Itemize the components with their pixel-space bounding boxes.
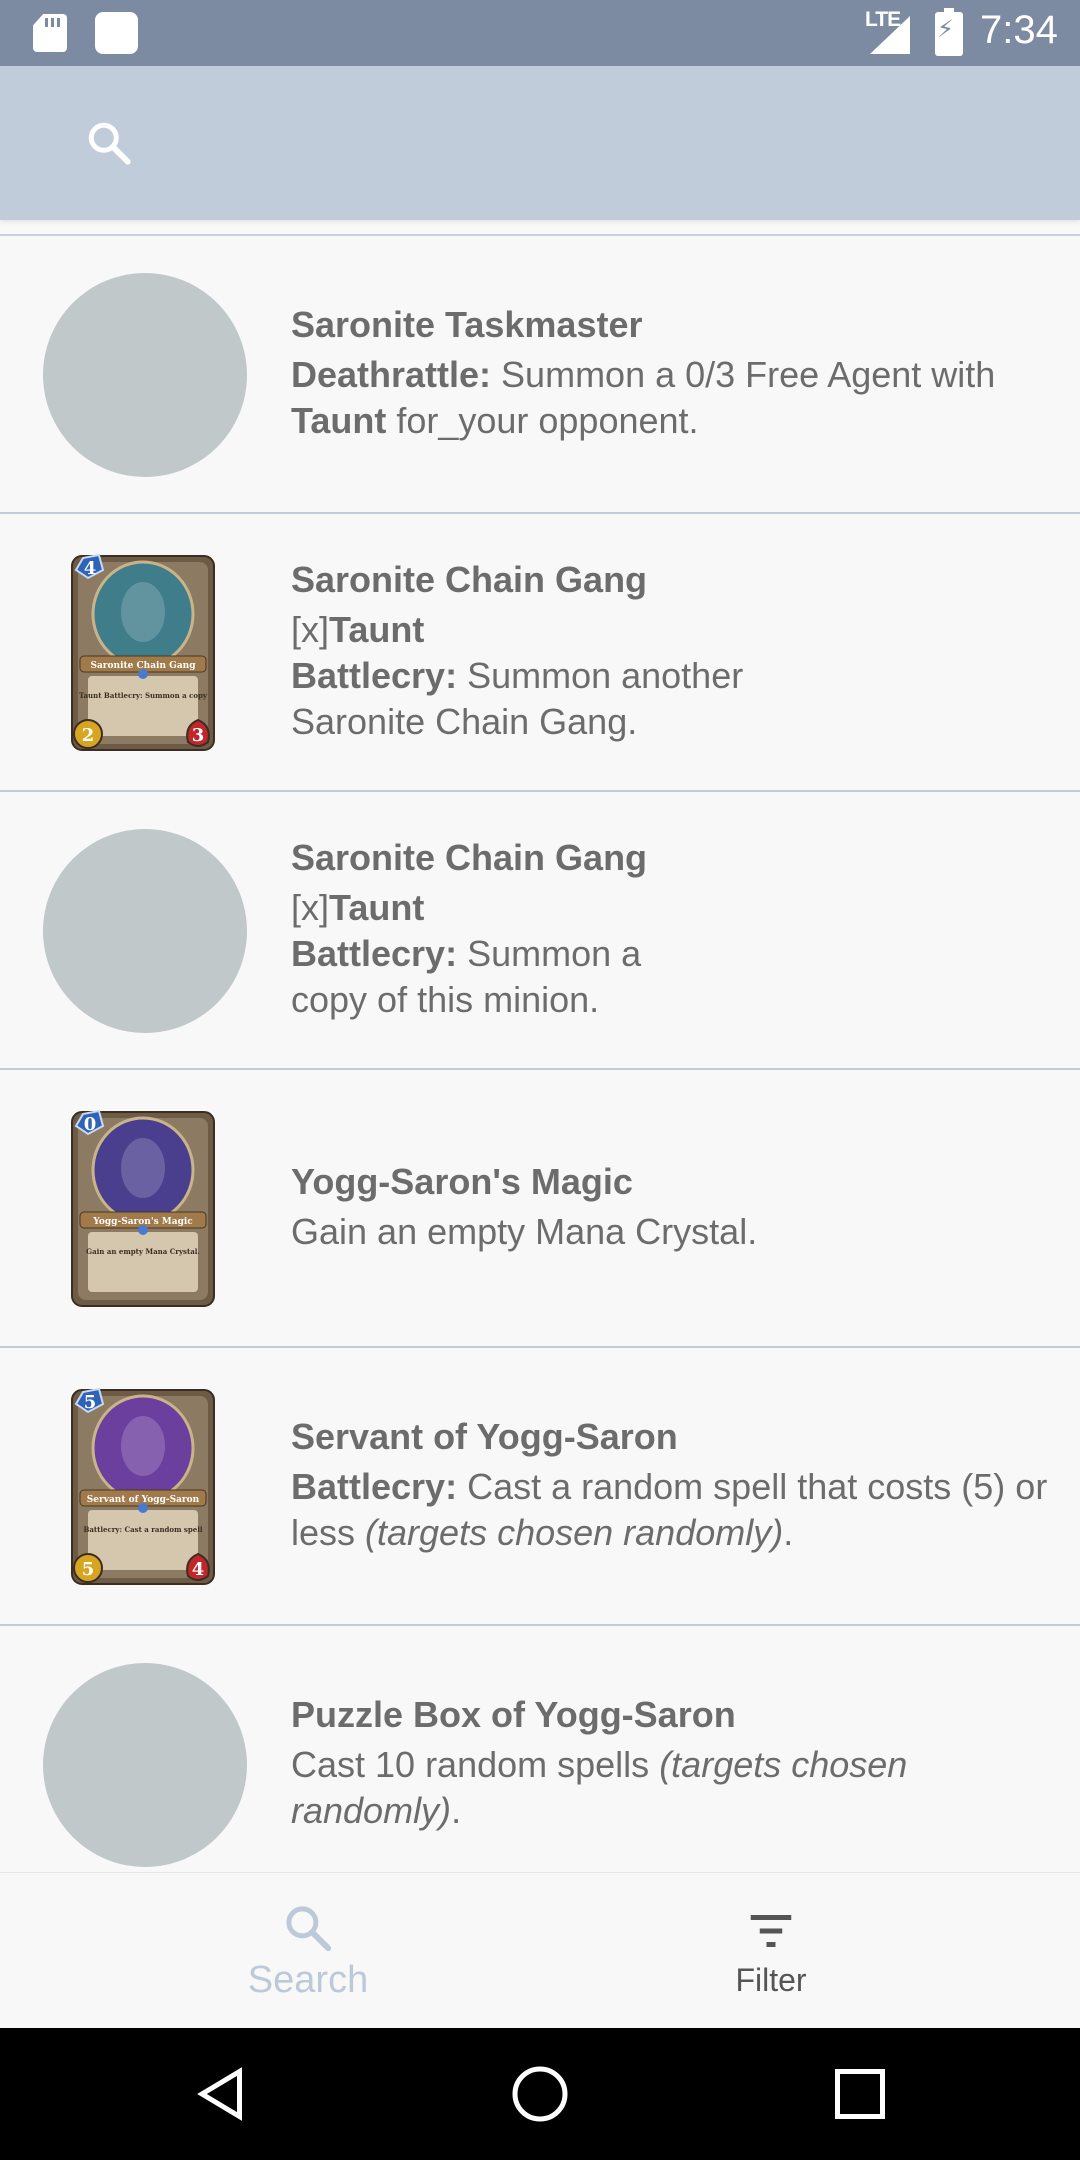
card-health: 3: [192, 725, 205, 746]
card-thumbnail-image: 4 Saronite Chain Gang Taunt Battlecry: Sum…: [71, 553, 215, 751]
card-image-placeholder: [43, 829, 247, 1033]
card-rules-text: Gain an empty Mana Crystal.: [86, 1247, 200, 1256]
app-bar: [0, 66, 1080, 220]
card-cost: 4: [84, 558, 97, 579]
card-list-item[interactable]: 0 Yogg-Saron's Magic Gain an empty Mana Cr…: [0, 1070, 1080, 1348]
card-cost: 5: [84, 1392, 97, 1413]
system-navigation-bar: [0, 2028, 1080, 2160]
card-attack: 5: [82, 1559, 95, 1580]
card-list-item[interactable]: 5 Servant of Yogg-Saron Battlecry: Cast a …: [0, 1348, 1080, 1626]
card-rules-text: Battlecry: Cast a random spell: [83, 1525, 202, 1534]
sd-card-icon: [33, 14, 67, 52]
home-icon[interactable]: [510, 2064, 570, 2124]
nav-filter-tab[interactable]: Filter: [621, 1873, 921, 2029]
notification-icon: [95, 12, 138, 54]
search-icon: [286, 1905, 332, 1951]
card-image-placeholder: [43, 273, 247, 477]
card-name: Yogg-Saron's Magic: [291, 1161, 633, 1202]
card-list-item[interactable]: Saronite Taskmaster Deathrattle: Summon a…: [0, 236, 1080, 514]
filter-icon: [750, 1914, 792, 1947]
card-title: Yogg-Saron's Magic: [92, 1217, 193, 1227]
card-text-block: Servant of Yogg-Saron Battlecry: Cast a r…: [291, 1348, 1060, 1624]
card-name: Saronite Taskmaster: [291, 304, 643, 345]
card-name: Saronite Chain Gang: [291, 559, 648, 600]
card-text-block: Saronite Chain Gang [x]Taunt Battlecry: Su…: [291, 514, 1060, 790]
nav-filter-label: Filter: [735, 1961, 807, 1998]
back-icon[interactable]: [192, 2064, 252, 2124]
card-text-block: Puzzle Box of Yogg-Saron Cast 10 random s…: [291, 1626, 1060, 1872]
card-title: Servant of Yogg-Saron: [87, 1495, 200, 1505]
card-thumbnail-image: 0 Yogg-Saron's Magic Gain an empty Mana Cr…: [71, 1109, 215, 1307]
card-description: Battlecry: Cast a random spell that cost…: [291, 1466, 1048, 1553]
card-text-block: Yogg-Saron's Magic Gain an empty Mana Cry…: [291, 1070, 1060, 1346]
nav-search-tab[interactable]: Search: [158, 1873, 458, 2029]
card-thumbnail-image: 5 Servant of Yogg-Saron Battlecry: Cast a …: [71, 1387, 215, 1585]
card-description: [x]Taunt Battlecry: Summon another Saronit…: [291, 609, 744, 742]
battery-charging-icon: [935, 8, 963, 56]
card-description: Deathrattle: Summon a 0/3 Free Agent wit…: [291, 354, 996, 441]
card-name: Puzzle Box of Yogg-Saron: [291, 1694, 736, 1735]
card-health: 4: [192, 1559, 205, 1580]
status-bar: LTE 7:34: [0, 0, 1080, 66]
card-attack: 2: [82, 725, 95, 746]
card-list-item[interactable]: Puzzle Box of Yogg-Saron Cast 10 random s…: [0, 1626, 1080, 1872]
card-description: [x]Taunt Battlecry: Summon a copy of this …: [291, 887, 642, 1020]
card-cost: 0: [84, 1114, 97, 1135]
clock: 7:34: [980, 8, 1058, 52]
card-name: Servant of Yogg-Saron: [291, 1416, 678, 1457]
recents-icon[interactable]: [830, 2064, 890, 2124]
network-type: LTE: [865, 8, 901, 31]
card-description: Gain an empty Mana Crystal.: [291, 1211, 758, 1252]
card-rules-text: Taunt Battlecry: Summon a copy: [79, 691, 208, 700]
card-list[interactable]: Saronite Taskmaster Deathrattle: Summon a…: [0, 234, 1080, 1872]
bottom-navigation: Search Filter: [0, 1872, 1080, 2028]
card-text-block: Saronite Chain Gang [x]Taunt Battlecry: Su…: [291, 792, 1060, 1068]
card-text-block: Saronite Taskmaster Deathrattle: Summon a…: [291, 236, 1060, 512]
card-name: Saronite Chain Gang: [291, 837, 648, 878]
card-list-item[interactable]: Saronite Chain Gang [x]Taunt Battlecry: Su…: [0, 792, 1080, 1070]
nav-search-label: Search: [247, 1958, 369, 2001]
card-image-placeholder: [43, 1663, 247, 1867]
search-icon[interactable]: [84, 118, 134, 168]
card-description: Cast 10 random spells (targets chosen ra…: [291, 1744, 908, 1831]
card-list-item[interactable]: 4 Saronite Chain Gang Taunt Battlecry: Sum…: [0, 514, 1080, 792]
card-title: Saronite Chain Gang: [90, 661, 196, 671]
